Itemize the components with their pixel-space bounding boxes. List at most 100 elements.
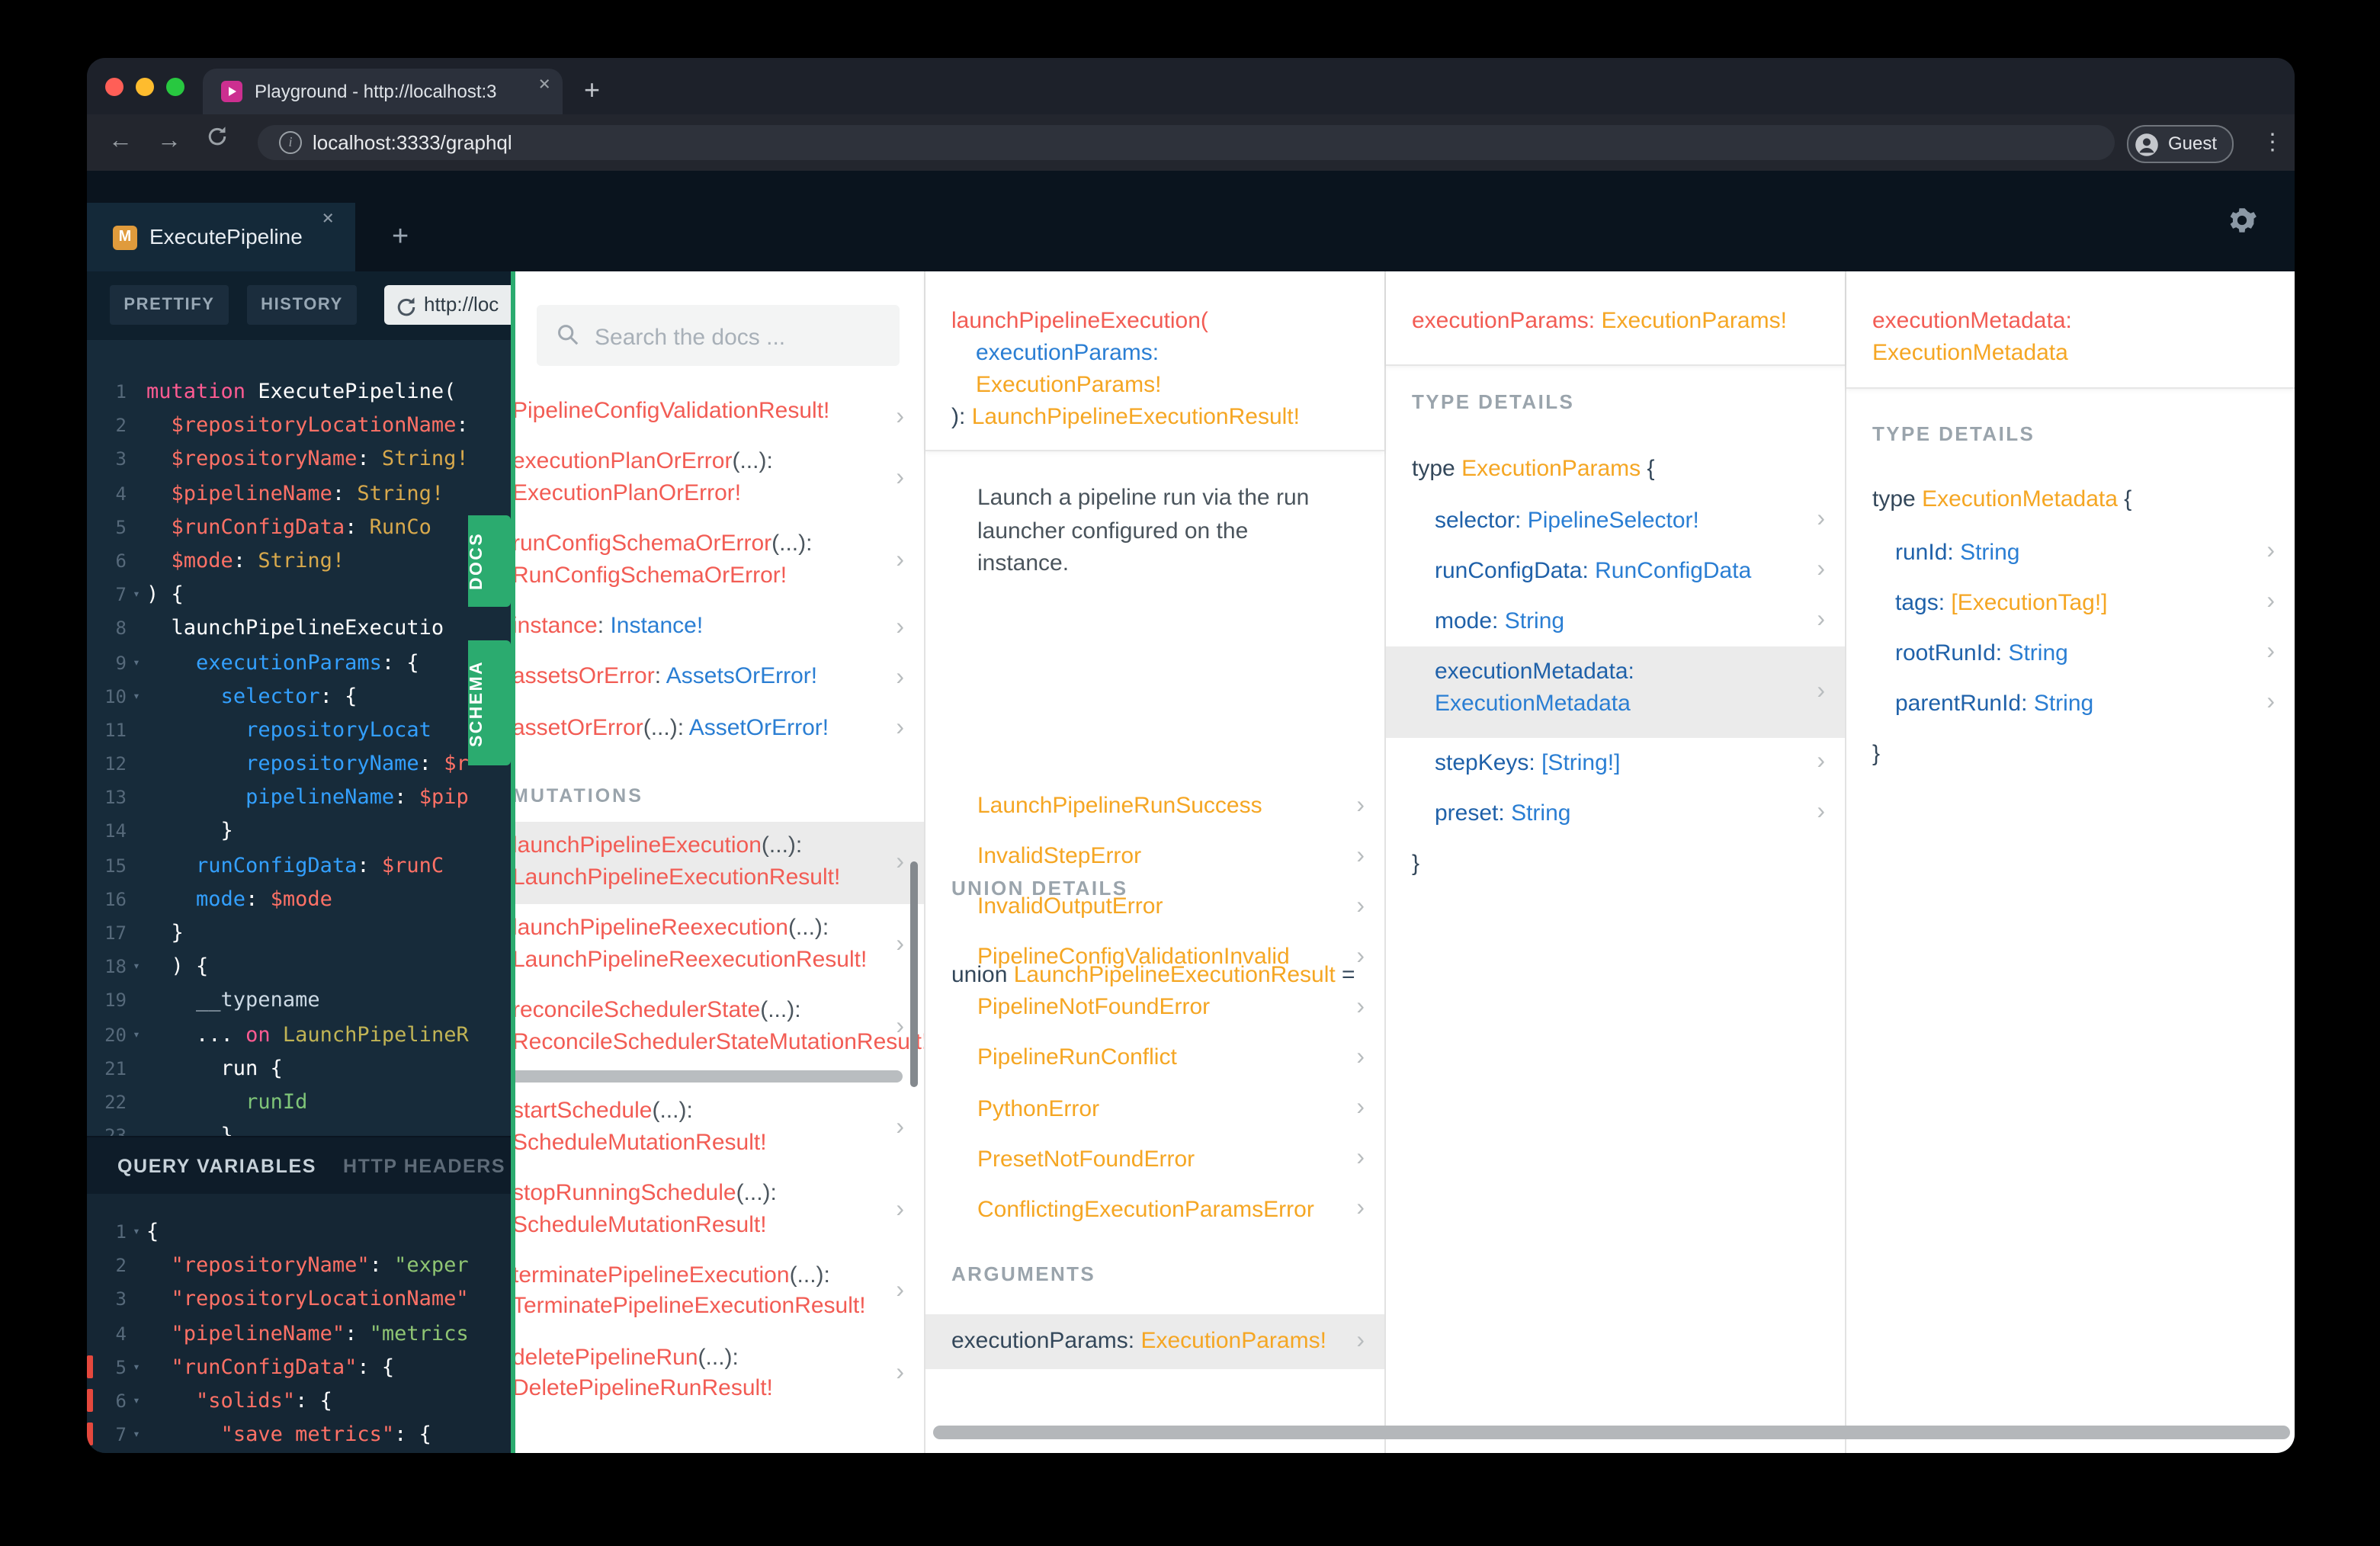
fold-arrow-icon[interactable] <box>127 1283 146 1317</box>
code-line[interactable]: 18 ▾ ) { <box>87 950 511 983</box>
union-member-row[interactable]: PipelineNotFoundError › <box>925 983 1384 1033</box>
doc-list-item[interactable]: terminatePipelineExecution(...): Terminat… <box>515 1251 924 1333</box>
fold-arrow-icon[interactable] <box>127 883 146 916</box>
code-line[interactable]: 4 "pipelineName": "metrics <box>87 1317 511 1350</box>
forward-icon[interactable]: → <box>157 125 181 159</box>
union-member-row[interactable]: InvalidOutputError › <box>925 881 1384 932</box>
vertical-scrollbar[interactable] <box>910 861 918 1087</box>
doc-list-item[interactable]: stopRunningSchedule(...): ScheduleMutatio… <box>515 1169 924 1251</box>
fold-arrow-icon[interactable] <box>127 1119 146 1136</box>
fold-arrow-icon[interactable] <box>127 612 146 646</box>
reload-icon[interactable] <box>206 125 229 159</box>
reload-schema-icon[interactable] <box>395 293 418 332</box>
code-line[interactable]: 6 $mode: String! <box>87 544 511 578</box>
code-line[interactable]: 21 run { <box>87 1052 511 1086</box>
new-tab-button[interactable]: + <box>584 67 600 113</box>
fold-arrow-icon[interactable] <box>127 916 146 950</box>
prettify-button[interactable]: PRETTIFY <box>110 285 229 325</box>
doc-list-item[interactable]: assetOrError(...): AssetOrError! › <box>515 704 924 754</box>
horizontal-scrollbar[interactable] <box>515 1070 903 1083</box>
code-line[interactable]: 12 repositoryName: $r <box>87 747 511 781</box>
union-member-row[interactable]: PythonError › <box>925 1083 1384 1134</box>
query-variables-tab[interactable]: QUERY VARIABLES <box>117 1137 316 1194</box>
doc-list-item[interactable]: deletePipelineRun(...): DeletePipelineRun… <box>515 1333 924 1416</box>
fold-arrow-icon[interactable]: ▾ <box>127 1384 146 1418</box>
type-field-row[interactable]: tags: [ExecutionTag!] › <box>1846 577 2295 627</box>
schema-side-tab[interactable]: SCHEMA <box>468 640 511 765</box>
union-member-row[interactable]: PipelineConfigValidationInvalid › <box>925 932 1384 983</box>
code-line[interactable]: 6 ▾ "solids": { <box>87 1384 511 1418</box>
browser-tab[interactable]: Playground - http://localhost:3 × <box>203 69 563 114</box>
type-field-row[interactable]: executionMetadata: ExecutionMetadata › <box>1386 646 1845 738</box>
doc-list-item[interactable]: launchPipelineExecution(...): LaunchPipel… <box>515 821 924 904</box>
query-variables-editor[interactable]: 1 ▾{2 "repositoryName": "exper 3 "reposito… <box>87 1194 511 1453</box>
fold-arrow-icon[interactable] <box>127 747 146 781</box>
code-line[interactable]: 20 ▾ ... on LaunchPipelineR <box>87 1018 511 1051</box>
playground-new-tab-button[interactable]: + <box>392 203 409 271</box>
fold-arrow-icon[interactable] <box>127 409 146 442</box>
code-line[interactable]: 3 $repositoryName: String! <box>87 443 511 476</box>
fold-arrow-icon[interactable] <box>127 375 146 409</box>
doc-list-item[interactable]: executionPlanOrError(...): ExecutionPlanO… <box>515 438 924 520</box>
union-member-row[interactable]: PresetNotFoundError › <box>925 1134 1384 1184</box>
playground-tab[interactable]: M ExecutePipeline × <box>87 203 355 271</box>
code-line[interactable]: 8 launchPipelineExecutio <box>87 612 511 646</box>
fold-arrow-icon[interactable]: ▾ <box>127 679 146 713</box>
code-line[interactable]: 14 } <box>87 815 511 848</box>
type-field-row[interactable]: runConfigData: RunConfigData › <box>1386 545 1845 595</box>
code-line[interactable]: 1 ▾{ <box>87 1215 511 1249</box>
type-field-row[interactable]: parentRunId: String › <box>1846 678 2295 729</box>
traffic-minimize-button[interactable] <box>136 78 154 96</box>
type-field-row[interactable]: preset: String › <box>1386 788 1845 839</box>
fold-arrow-icon[interactable] <box>127 1249 146 1282</box>
traffic-zoom-button[interactable] <box>166 78 184 96</box>
query-editor[interactable]: 1 mutation ExecutePipeline(2 $repositoryL… <box>87 340 511 1136</box>
code-line[interactable]: 5 ▾ "runConfigData": { <box>87 1351 511 1384</box>
code-line[interactable]: 17 } <box>87 916 511 950</box>
type-field-row[interactable]: rootRunId: String › <box>1846 627 2295 678</box>
code-line[interactable]: 7 ▾ "save metrics": { <box>87 1418 511 1451</box>
fold-arrow-icon[interactable] <box>127 443 146 476</box>
traffic-close-button[interactable] <box>105 78 123 96</box>
code-line[interactable]: 22 runId <box>87 1086 511 1119</box>
fold-arrow-icon[interactable] <box>127 848 146 882</box>
fold-arrow-icon[interactable] <box>127 714 146 747</box>
address-bar[interactable]: i localhost:3333/graphql <box>258 125 2115 160</box>
fold-arrow-icon[interactable] <box>127 1052 146 1086</box>
code-line[interactable]: 5 $runConfigData: RunCo <box>87 511 511 544</box>
fold-arrow-icon[interactable] <box>127 511 146 544</box>
signature-arg-type[interactable]: ExecutionParams! <box>976 372 1161 398</box>
fold-arrow-icon[interactable] <box>127 476 146 510</box>
type-field-row[interactable]: runId: String › <box>1846 527 2295 577</box>
code-line[interactable]: 10 ▾ selector: { <box>87 679 511 713</box>
doc-list-item[interactable]: PipelineConfigValidationResult! › <box>515 396 924 438</box>
code-line[interactable]: 4 $pipelineName: String! <box>87 476 511 510</box>
code-line[interactable]: 23 } <box>87 1119 511 1136</box>
doc-list-item[interactable]: launchPipelineReexecution(...): LaunchPip… <box>515 903 924 986</box>
horizontal-scrollbar[interactable] <box>933 1426 2290 1439</box>
doc-list-item[interactable]: reconcileSchedulerState(...): ReconcileSc… <box>515 986 924 1068</box>
fold-arrow-icon[interactable]: ▾ <box>127 646 146 679</box>
fold-arrow-icon[interactable] <box>127 984 146 1018</box>
code-line[interactable]: 1 mutation ExecutePipeline( <box>87 375 511 409</box>
code-line[interactable]: 19 __typename <box>87 984 511 1018</box>
argument-row[interactable]: executionParams: ExecutionParams! › <box>925 1314 1384 1369</box>
doc-list-item[interactable]: runConfigSchemaOrError(...): RunConfigSch… <box>515 520 924 602</box>
profile-chip[interactable]: Guest <box>2127 125 2234 163</box>
site-info-icon[interactable]: i <box>279 131 302 154</box>
fold-arrow-icon[interactable]: ▾ <box>127 1351 146 1384</box>
fold-arrow-icon[interactable] <box>127 1086 146 1119</box>
code-line[interactable]: 16 mode: $mode <box>87 883 511 916</box>
fold-arrow-icon[interactable] <box>127 544 146 578</box>
fold-arrow-icon[interactable]: ▾ <box>127 1418 146 1451</box>
type-field-row[interactable]: selector: PipelineSelector! › <box>1386 495 1845 545</box>
fold-arrow-icon[interactable]: ▾ <box>127 1018 146 1051</box>
signature-return-type[interactable]: LaunchPipelineExecutionResult! <box>972 404 1300 430</box>
fold-arrow-icon[interactable] <box>127 815 146 848</box>
fold-arrow-icon[interactable] <box>127 1317 146 1350</box>
doc-list-item[interactable]: instance: Instance! › <box>515 602 924 653</box>
type-field-row[interactable]: stepKeys: [String!] › <box>1386 738 1845 788</box>
playground-tab-close-icon[interactable]: × <box>322 203 334 236</box>
code-line[interactable]: 3 "repositoryLocationName" <box>87 1283 511 1317</box>
union-member-row[interactable]: InvalidStepError › <box>925 831 1384 881</box>
